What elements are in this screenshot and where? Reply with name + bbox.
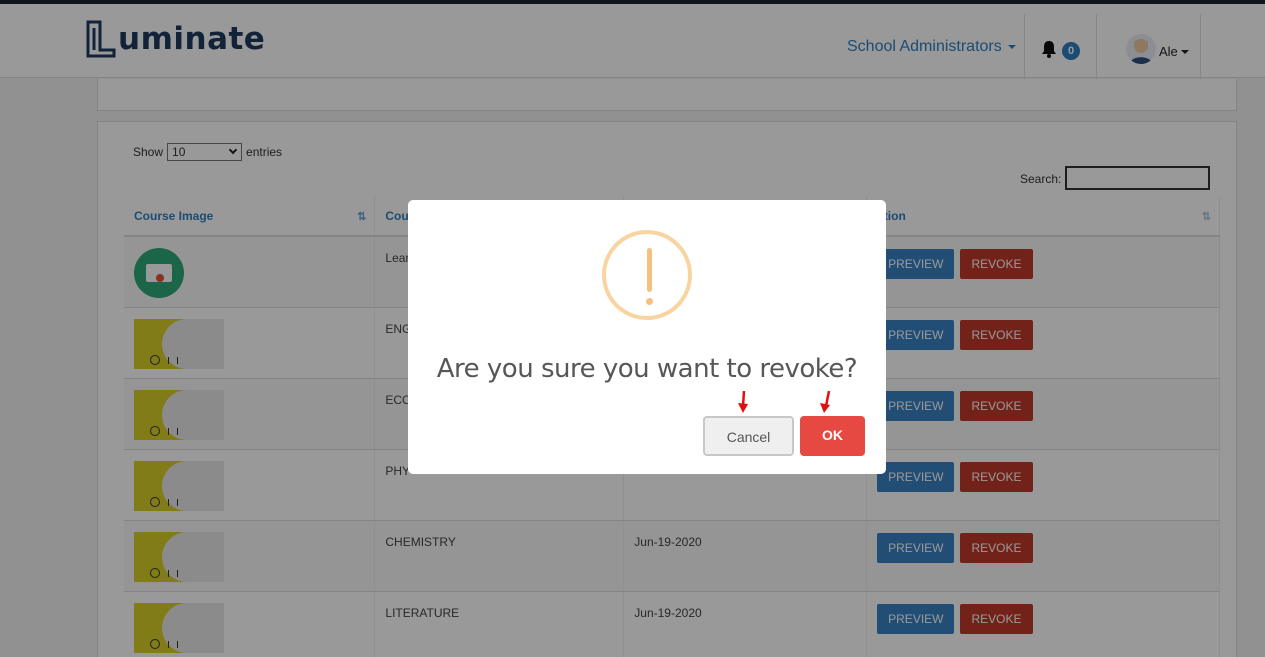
warning-icon <box>602 230 692 320</box>
ok-button[interactable]: OK <box>800 416 865 456</box>
red-arrow-annotation-icon <box>738 390 748 413</box>
dialog-title: Are you sure you want to revoke? <box>436 354 858 384</box>
red-arrow-annotation-icon <box>820 390 831 413</box>
confirm-revoke-dialog: Are you sure you want to revoke? Cancel … <box>408 200 886 474</box>
cancel-button[interactable]: Cancel <box>703 416 794 456</box>
